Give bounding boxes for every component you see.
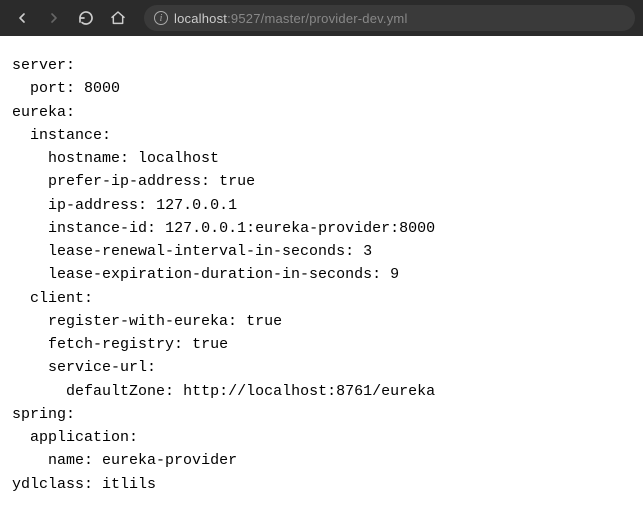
- lease-expiration-value: 9: [390, 266, 399, 283]
- forward-button[interactable]: [40, 4, 68, 32]
- application-key: application:: [30, 429, 138, 446]
- default-zone-value: http://localhost:8761/eureka: [183, 383, 435, 400]
- ydlclass-key: ydlclass:: [12, 476, 93, 493]
- hostname-value: localhost: [138, 150, 219, 167]
- name-key: name:: [48, 452, 93, 469]
- fetch-value: true: [192, 336, 228, 353]
- instance-id-value: 127.0.0.1:eureka-provider:8000: [165, 220, 435, 237]
- default-zone-key: defaultZone:: [66, 383, 174, 400]
- eureka-key: eureka:: [12, 104, 75, 121]
- info-icon[interactable]: i: [154, 11, 168, 25]
- ip-address-key: ip-address:: [48, 197, 147, 214]
- url-text: localhost:9527/master/provider-dev.yml: [174, 11, 408, 26]
- reload-button[interactable]: [72, 4, 100, 32]
- ydlclass-value: itlils: [102, 476, 156, 493]
- lease-expiration-key: lease-expiration-duration-in-seconds:: [48, 266, 381, 283]
- lease-renewal-value: 3: [363, 243, 372, 260]
- port-value: 8000: [84, 80, 120, 97]
- server-key: server:: [12, 57, 75, 74]
- yaml-content: server: port: 8000 eureka: instance: hos…: [0, 36, 643, 514]
- service-url-key: service-url:: [48, 359, 156, 376]
- register-key: register-with-eureka:: [48, 313, 237, 330]
- port-key: port:: [30, 80, 75, 97]
- instance-id-key: instance-id:: [48, 220, 156, 237]
- prefer-ip-value: true: [219, 173, 255, 190]
- client-key: client:: [30, 290, 93, 307]
- ip-address-value: 127.0.0.1: [156, 197, 237, 214]
- home-button[interactable]: [104, 4, 132, 32]
- name-value: eureka-provider: [102, 452, 237, 469]
- lease-renewal-key: lease-renewal-interval-in-seconds:: [48, 243, 354, 260]
- address-bar[interactable]: i localhost:9527/master/provider-dev.yml: [144, 5, 635, 31]
- hostname-key: hostname:: [48, 150, 129, 167]
- back-button[interactable]: [8, 4, 36, 32]
- fetch-key: fetch-registry:: [48, 336, 183, 353]
- prefer-ip-key: prefer-ip-address:: [48, 173, 210, 190]
- instance-key: instance:: [30, 127, 111, 144]
- register-value: true: [246, 313, 282, 330]
- browser-toolbar: i localhost:9527/master/provider-dev.yml: [0, 0, 643, 36]
- spring-key: spring:: [12, 406, 75, 423]
